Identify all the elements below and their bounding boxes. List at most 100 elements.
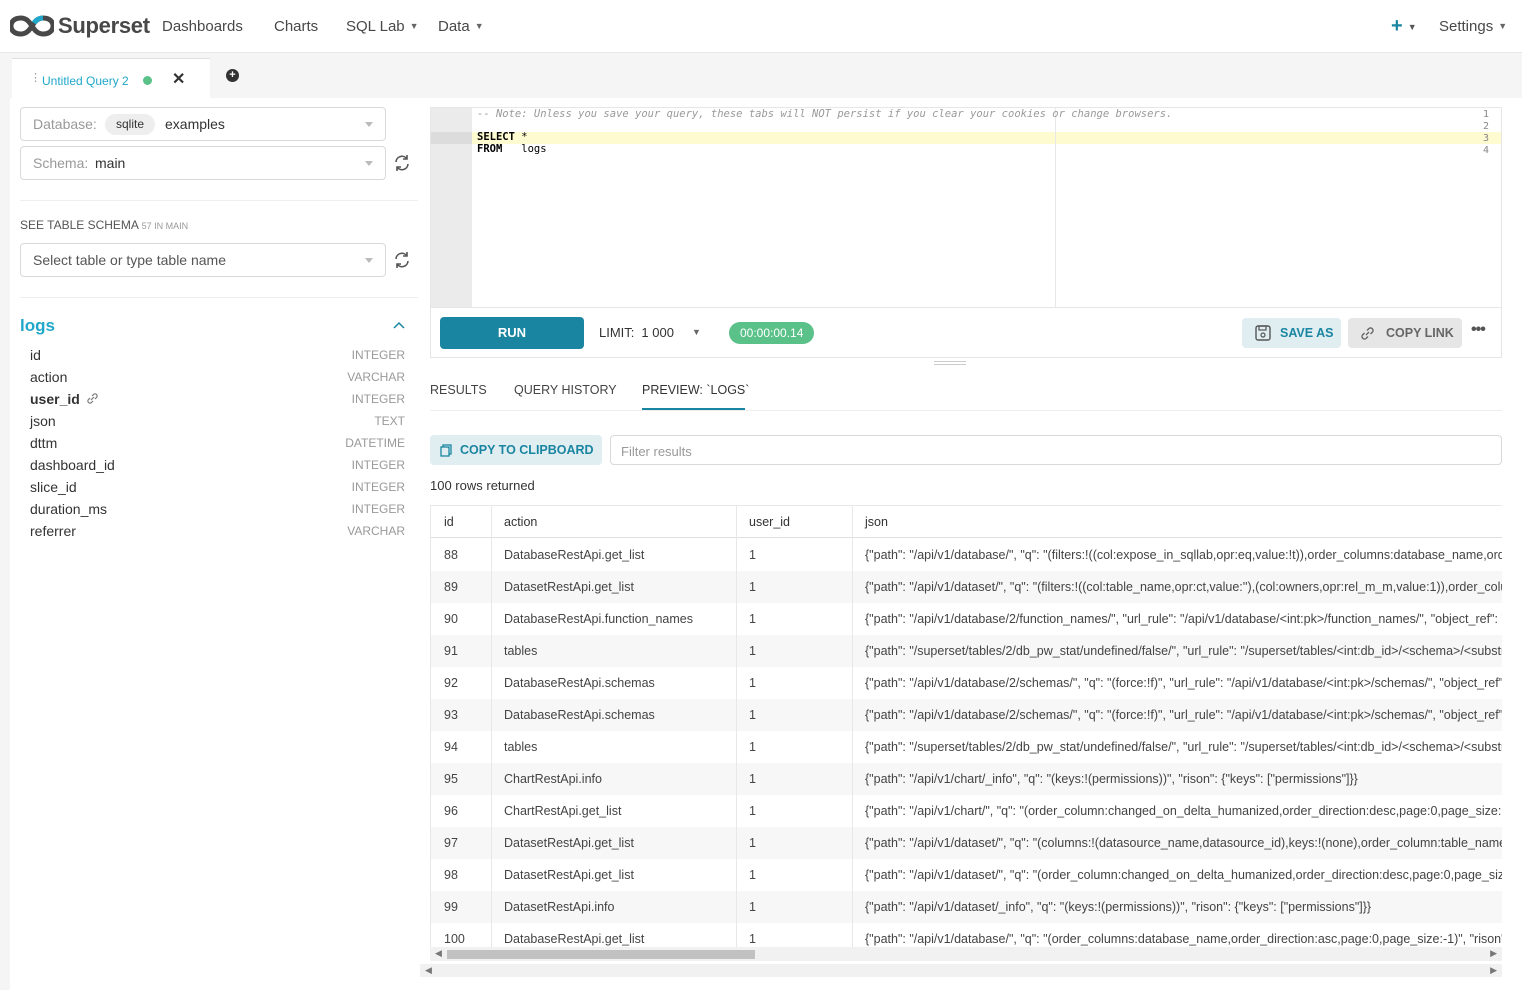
cell-id: 88 [444,548,458,562]
cell-user-id: 1 [749,644,756,658]
table-row: 95 ChartRestApi.info 1 {"path": "/api/v1/ch… [431,763,1502,795]
table-name-logs[interactable]: logs [20,316,55,336]
close-icon[interactable]: ✕ [172,69,185,89]
cell-user-id: 1 [749,932,756,946]
brand-name: Superset [58,13,150,38]
filter-results-input[interactable]: Filter results [610,435,1502,465]
table-row: 89 DatasetRestApi.get_list 1 {"path": "/api… [431,571,1502,603]
schema-select[interactable]: Schema: main [20,146,386,180]
column-header-user-id[interactable]: user_id [749,515,790,529]
cell-json: {"path": "/api/v1/dataset/", "q": "(orde… [865,868,1502,882]
column-header-action[interactable]: action [504,515,537,529]
table-row: 92 DatabaseRestApi.schemas 1 {"path": "/api… [431,667,1502,699]
copy-to-clipboard-button[interactable]: COPY TO CLIPBOARD [430,435,602,465]
cell-id: 95 [444,772,458,786]
superset-logo[interactable]: Superset [10,13,150,39]
cell-action: DatasetRestApi.get_list [504,836,634,850]
column-name: action [30,369,68,385]
chevron-up-icon[interactable] [393,321,405,329]
scroll-right-icon[interactable]: ▶ [1490,948,1497,959]
cell-json: {"path": "/api/v1/dataset/_info", "q": "… [865,900,1372,914]
caret-down-icon: ▼ [1407,22,1417,32]
cell-action: tables [504,740,538,754]
drag-handle-icon[interactable]: ⋮ [30,71,41,84]
horizontal-scrollbar[interactable]: ◀ ▶ [430,947,1502,961]
column-header-json[interactable]: json [865,515,888,529]
cell-action: ChartRestApi.info [504,772,602,786]
scroll-left-icon[interactable]: ◀ [425,965,432,976]
nav-data[interactable]: Data ▼ [438,18,484,35]
scroll-right-icon[interactable]: ▶ [1490,965,1497,976]
database-type-badge: sqlite [105,114,156,135]
column-name: dashboard_id [30,457,115,473]
schema-value: main [95,155,126,171]
tab-border [430,410,1502,411]
tab-preview-logs[interactable]: PREVIEW: `LOGS` [642,383,749,397]
table-count: 57 IN MAIN [141,221,189,231]
divider [20,297,418,298]
table-row: 100 DatabaseRestApi.get_list 1 {"path": "/a… [431,923,1502,947]
limit-dropdown[interactable]: LIMIT: 1 000 ▼ [599,325,701,340]
table-select[interactable]: Select table or type table name [20,243,386,277]
save-as-button[interactable]: SAVE AS [1242,318,1341,348]
keyword-select: SELECT [477,131,515,143]
cell-user-id: 1 [749,612,756,626]
column-type: TEXT [374,414,405,428]
table-row: 97 DatasetRestApi.get_list 1 {"path": "/api… [431,827,1502,859]
caret-down-icon: ▼ [1498,21,1508,31]
cell-id: 89 [444,580,458,594]
run-button[interactable]: RUN [440,317,584,349]
column-name: dttm [30,435,58,451]
column-type: DATETIME [345,436,405,450]
more-options-icon[interactable]: ••• [1471,321,1486,339]
cell-user-id: 1 [749,804,756,818]
cell-json: {"path": "/api/v1/dataset/", "q": "(colu… [865,836,1502,850]
resize-handle[interactable] [934,361,966,365]
database-select[interactable]: Database: sqlite examples [20,107,386,141]
superset-logo-icon [10,15,54,37]
column-header-id[interactable]: id [444,515,454,529]
tab-results[interactable]: RESULTS [430,383,487,397]
add-tab-icon[interactable]: + [226,69,239,82]
line-number: 2 [1482,121,1489,132]
caret-down-icon: ▼ [409,21,419,31]
table-row: 90 DatabaseRestApi.function_names 1 {"path"… [431,603,1502,635]
cell-action: DatabaseRestApi.schemas [504,708,655,722]
editor-toolbar: RUN LIMIT: 1 000 ▼ 00:00:00.14 SAVE AS COP… [430,308,1502,358]
cell-user-id: 1 [749,676,756,690]
scroll-left-icon[interactable]: ◀ [435,948,442,959]
table-row: 96 ChartRestApi.get_list 1 {"path": "/api/v… [431,795,1502,827]
column-name: id [30,347,41,363]
rows-returned-count: 100 rows returned [430,478,535,493]
cell-id: 99 [444,900,458,914]
cell-user-id: 1 [749,836,756,850]
column-type: INTEGER [351,458,405,472]
table-row: 94 tables 1 {"path": "/superset/tables/2/db… [431,731,1502,763]
chevron-down-icon [365,161,373,166]
new-plus-icon[interactable]: + ▼ [1391,15,1417,38]
nav-dashboards[interactable]: Dashboards [162,18,243,35]
column-name: user_id [30,391,99,407]
foreign-key-link-icon [87,393,98,404]
column-row: slice_id INTEGER [30,479,405,501]
results-table: id action user_id json 88 DatabaseRestApi… [430,505,1502,947]
refresh-schema-icon[interactable] [393,154,411,172]
nav-charts[interactable]: Charts [274,18,318,35]
scrollbar-thumb[interactable] [447,950,755,959]
sql-editor[interactable]: 1 2 3 4 -- Note: Unless you save your qu… [430,107,1502,308]
column-row: user_id INTEGER [30,391,405,413]
refresh-tables-icon[interactable] [393,251,411,269]
query-tab-bar: ⋮ Untitled Query 2 ✕ + [0,53,1522,98]
nav-sql-lab[interactable]: SQL Lab ▼ [346,18,419,35]
copy-link-button[interactable]: COPY LINK [1348,318,1462,348]
tab-untitled-query-2[interactable]: ⋮ Untitled Query 2 ✕ [12,58,210,98]
column-name-text: user_id [30,391,80,407]
cell-id: 90 [444,612,458,626]
column-row: referrer VARCHAR [30,523,405,545]
nav-settings[interactable]: Settings ▼ [1439,18,1507,35]
keyword-from: FROM [477,143,503,155]
outer-horizontal-scrollbar[interactable]: ◀ ▶ [420,964,1502,977]
column-name: duration_ms [30,501,108,517]
tab-query-history[interactable]: QUERY HISTORY [514,383,617,397]
save-icon [1255,325,1271,341]
